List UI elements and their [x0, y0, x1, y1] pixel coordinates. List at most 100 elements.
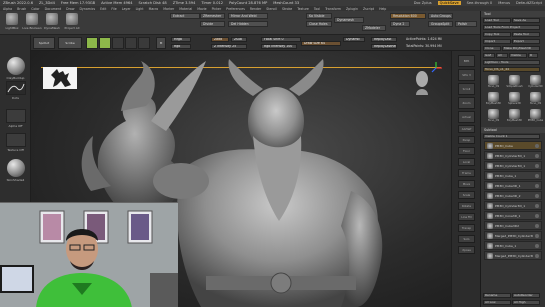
subtool-row[interactable]: PM3D_Cylinder3D_1: [484, 161, 542, 170]
mrgb-button[interactable]: M: [156, 37, 166, 49]
groups-split-button[interactable]: GroupsSplit: [428, 21, 453, 27]
subtool-row[interactable]: PM3D_Cube_1: [484, 241, 542, 250]
mirror-weld-button[interactable]: Mirror And Weld: [228, 13, 268, 19]
goz-all-button[interactable]: All: [496, 53, 508, 58]
rightshelf-floor-button[interactable]: Floor: [458, 147, 475, 155]
menu-edit[interactable]: Edit: [100, 7, 106, 11]
draw-button[interactable]: [99, 37, 111, 49]
copy-tool-button[interactable]: Copy Tool: [483, 32, 511, 37]
visibility-eye-icon[interactable]: [535, 183, 539, 188]
lightbox-button[interactable]: LightBox: [3, 13, 21, 31]
menu-picker[interactable]: Picker: [212, 7, 222, 11]
dynamesh-shelf-button[interactable]: DynaMesh: [43, 13, 61, 31]
rightshelf-scroll-button[interactable]: Scroll: [458, 83, 475, 95]
menu-marker[interactable]: Marker: [163, 7, 174, 11]
menus-toggle[interactable]: Menus: [498, 1, 510, 5]
edit-button[interactable]: [86, 37, 98, 49]
tool-thumbnail[interactable]: PolyMesh3D: [484, 92, 503, 107]
rightshelf-xpose-button[interactable]: Xpose: [458, 246, 475, 254]
rightshelf-actual-button[interactable]: Actual: [458, 111, 475, 123]
menu-light[interactable]: Light: [136, 7, 144, 11]
dynamic-toggle[interactable]: Dynamic: [343, 37, 365, 42]
stroke-dots[interactable]: Dots: [3, 81, 28, 100]
save-as-button[interactable]: Save As: [512, 18, 540, 23]
polish-button[interactable]: Polish: [455, 21, 477, 27]
lightbox-tools-button[interactable]: Lightbox › Tools: [483, 60, 540, 65]
subtool-row[interactable]: PM3D_Cube3D_1: [484, 181, 542, 190]
spotlight-button[interactable]: SpotLit: [33, 37, 55, 49]
visibility-eye-icon[interactable]: [535, 143, 539, 148]
auto-groups-button[interactable]: Auto Groups: [428, 13, 453, 19]
goz-visible-button[interactable]: Visible: [509, 53, 527, 58]
default-zscript[interactable]: DefaultZScript: [516, 1, 542, 5]
subtool-row[interactable]: PM3D_Cylinder3D_1: [484, 151, 542, 160]
tool-thumbnail[interactable]: Torso_DS: [526, 92, 545, 107]
menu-file[interactable]: File: [111, 7, 116, 11]
zsub-toggle[interactable]: Zsub: [231, 37, 247, 42]
dyna-slider[interactable]: Dyna 2: [390, 21, 410, 27]
rightshelf-rotate-button[interactable]: Rotate: [458, 202, 475, 210]
menu-preferences[interactable]: Preferences: [226, 7, 245, 11]
load-tools-from-project-button[interactable]: Load Tools From Project: [483, 25, 540, 30]
visible-count-slider[interactable]: Visible Count 1: [483, 134, 540, 139]
rgb-toggle[interactable]: Rgb: [171, 44, 191, 49]
see-through-slider[interactable]: See-through 0: [467, 1, 493, 5]
move-button[interactable]: [112, 37, 124, 49]
menu-transform[interactable]: Transform: [325, 7, 341, 11]
all-high-button[interactable]: All High: [512, 300, 540, 305]
menu-texture[interactable]: Texture: [297, 7, 309, 11]
zremesher-button[interactable]: ZRemesher: [200, 13, 225, 19]
del-hidden-button[interactable]: Del Hidden: [228, 21, 268, 27]
replay-last-button[interactable]: ReplayLast: [371, 37, 397, 42]
subtool-row[interactable]: PM3D_Cylinder3D_1: [484, 201, 542, 210]
menu-tool[interactable]: Tool: [314, 7, 320, 11]
menu-draw[interactable]: Draw: [66, 7, 74, 11]
menu-alpha[interactable]: Alpha: [3, 7, 12, 11]
ka-visible-button[interactable]: Ka Visible: [306, 13, 332, 19]
visibility-eye-icon[interactable]: [535, 193, 539, 198]
rename-button[interactable]: Rename: [483, 293, 511, 298]
rightshelf-bpr-button[interactable]: BPR: [458, 55, 475, 67]
menu-brush[interactable]: Brush: [17, 7, 26, 11]
tool-thumbnail[interactable]: Torso_DS: [484, 75, 503, 90]
subtool-row[interactable]: PM3D_Cube_1: [484, 171, 542, 180]
material-skinshade[interactable]: SkinShade4: [3, 159, 28, 182]
extract-button[interactable]: Extract: [170, 13, 200, 19]
tool-thumbnail[interactable]: SimpleBrush: [505, 75, 524, 90]
subtool-row[interactable]: PM3D_Cube3D2: [484, 221, 542, 230]
make-polymesh3d-button[interactable]: Make PolyMesh3D: [502, 46, 540, 51]
rotate-button[interactable]: [138, 37, 150, 49]
tool-thumbnail[interactable]: Sphere3D: [505, 92, 524, 107]
alpha-off[interactable]: Alpha Off: [3, 109, 28, 128]
visibility-eye-icon[interactable]: [535, 153, 539, 158]
project-all-button[interactable]: Project All: [63, 13, 81, 31]
zadd-toggle[interactable]: Zadd: [211, 37, 229, 42]
all-low-button[interactable]: All Low: [483, 300, 511, 305]
rightshelf-solo-button[interactable]: Solo: [458, 235, 475, 243]
subtool-row[interactable]: PM3D_Cube3D_2: [484, 191, 542, 200]
scale-button[interactable]: [125, 37, 137, 49]
tool-thumbnail[interactable]: PM3D_Cube: [526, 109, 545, 124]
z-intensity-slider[interactable]: Z Intensity 25: [211, 44, 247, 49]
autoreorder-button[interactable]: AutoReorder: [512, 293, 540, 298]
menu-stencil[interactable]: Stencil: [266, 7, 277, 11]
visibility-eye-icon[interactable]: [535, 173, 539, 178]
goz-r-button[interactable]: R: [528, 53, 538, 58]
draw-size-slider[interactable]: Draw Size 64: [301, 41, 341, 46]
menu-dynamics[interactable]: Dynamics: [79, 7, 95, 11]
load-tool-button[interactable]: Load Tool: [483, 18, 511, 23]
mrgb-toggle[interactable]: Mrgb: [171, 37, 191, 42]
scribe-button[interactable]: Scribe: [58, 37, 82, 49]
subtool-row[interactable]: PM3D_Cone3D_1: [484, 211, 542, 220]
clone-button[interactable]: Clone: [483, 46, 501, 51]
replay-last-rel-button[interactable]: ReplayLastRel: [371, 44, 397, 49]
visibility-eye-icon[interactable]: [535, 163, 539, 168]
menu-material[interactable]: Material: [179, 7, 192, 11]
quicksave-button[interactable]: QuickSave: [437, 1, 461, 5]
export-button[interactable]: Export: [512, 39, 540, 44]
import-button[interactable]: Import: [483, 39, 511, 44]
menu-stroke[interactable]: Stroke: [282, 7, 292, 11]
menu-render[interactable]: Render: [250, 7, 261, 11]
resolution-slider[interactable]: Resolution 600: [390, 13, 426, 19]
live-boolean-button[interactable]: Live Boolean: [22, 13, 42, 31]
